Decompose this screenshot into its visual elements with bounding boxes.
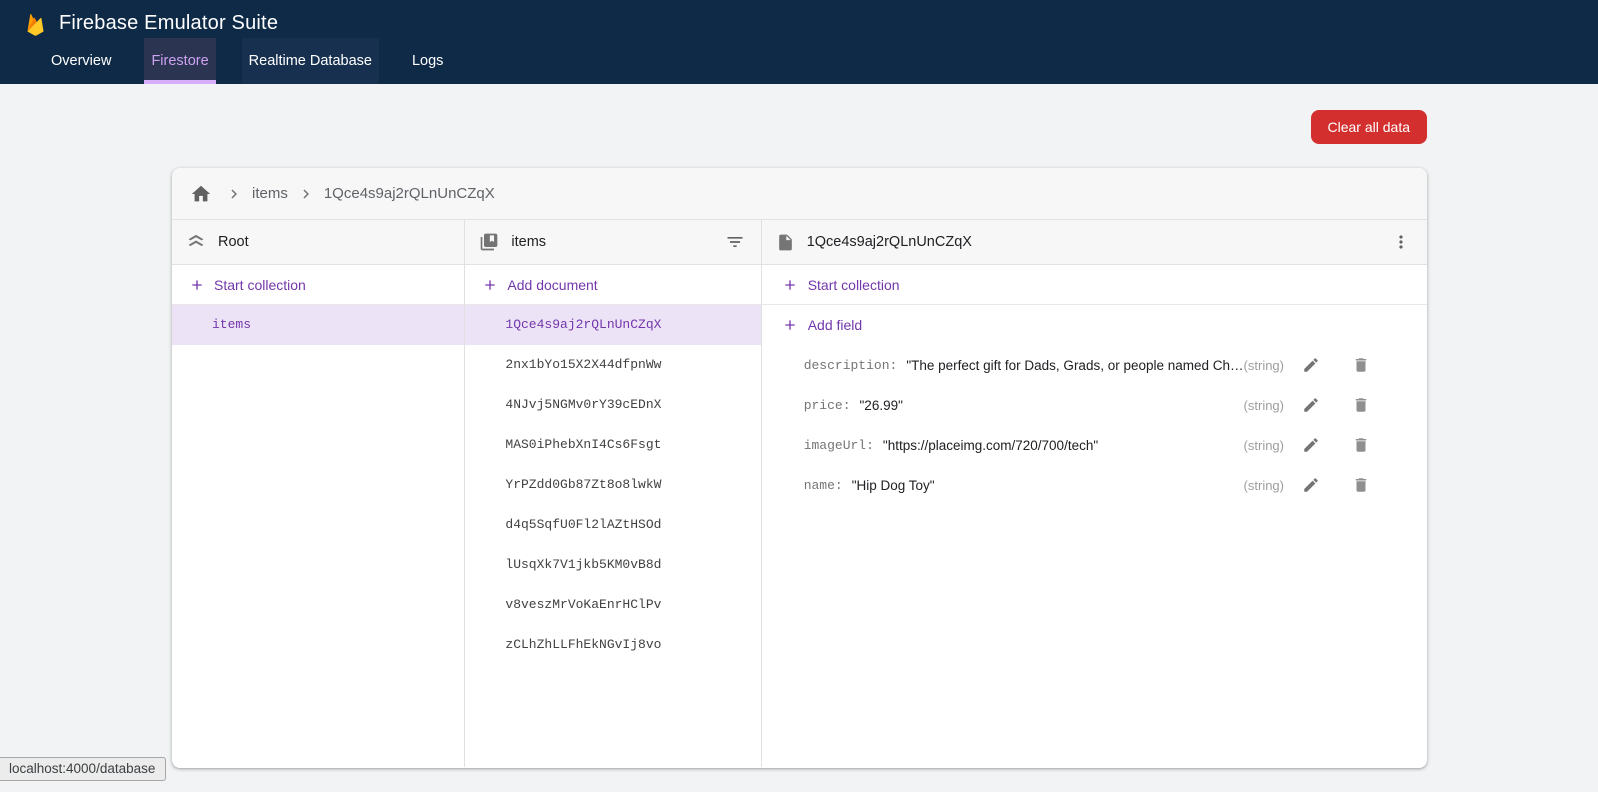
more-options-icon[interactable] [1389, 230, 1413, 254]
field-type: (string) [1244, 358, 1284, 373]
collection-panel: items Add document 1Qce4s9aj2rQLnUnCZqX … [465, 220, 761, 767]
root-panel: Root Start collection items [172, 220, 465, 767]
app-title: Firebase Emulator Suite [59, 12, 278, 35]
chevron-right-icon [225, 185, 243, 203]
root-panel-title: Root [218, 234, 249, 250]
start-collection-button[interactable]: Start collection [172, 265, 464, 305]
plus-icon [782, 317, 798, 333]
chevron-right-icon [297, 185, 315, 203]
collection-icon [479, 232, 499, 252]
collection-panel-title: items [511, 234, 546, 250]
field-row: name: "Hip Dog Toy" (string) [762, 465, 1427, 505]
document-icon [776, 233, 795, 252]
document-panel: 1Qce4s9aj2rQLnUnCZqX Start collection Ad… [762, 220, 1427, 767]
tab-bar: Overview Firestore Realtime Database Log… [0, 38, 1598, 84]
field-type: (string) [1244, 398, 1284, 413]
edit-field-icon[interactable] [1300, 474, 1322, 496]
edit-field-icon[interactable] [1300, 434, 1322, 456]
field-value: "Hip Dog Toy" [852, 478, 935, 493]
doc-start-collection-label: Start collection [808, 277, 900, 293]
add-document-button[interactable]: Add document [465, 265, 760, 305]
home-icon[interactable] [190, 183, 212, 205]
add-document-label: Add document [507, 277, 597, 293]
delete-field-icon[interactable] [1350, 474, 1372, 496]
add-field-label: Add field [808, 317, 862, 333]
breadcrumb: items 1Qce4s9aj2rQLnUnCZqX [172, 168, 1427, 220]
field-name: price: [804, 398, 851, 413]
field-value: "26.99" [860, 398, 903, 413]
field-value: "https://placeimg.com/720/700/tech" [883, 438, 1098, 453]
field-row: description: "The perfect gift for Dads,… [762, 345, 1427, 385]
field-value: "The perfect gift for Dads, Grads, or pe… [906, 358, 1243, 373]
document-list-item[interactable]: d4q5SqfU0Fl2lAZtHSOd [465, 505, 760, 545]
tab-firestore[interactable]: Firestore [144, 38, 215, 84]
field-row: imageUrl: "https://placeimg.com/720/700/… [762, 425, 1427, 465]
delete-field-icon[interactable] [1350, 354, 1372, 376]
document-list-item[interactable]: 2nx1bYo15X2X44dfpnWw [465, 345, 760, 385]
breadcrumb-collection[interactable]: items [252, 185, 288, 202]
plus-icon [782, 277, 798, 293]
document-panel-title: 1Qce4s9aj2rQLnUnCZqX [807, 234, 972, 250]
tab-realtime-database[interactable]: Realtime Database [242, 38, 379, 84]
filter-icon[interactable] [723, 230, 747, 254]
firebase-logo-icon [24, 10, 47, 38]
tab-overview[interactable]: Overview [44, 38, 118, 84]
field-row: price: "26.99" (string) [762, 385, 1427, 425]
collection-panel-header: items [465, 220, 760, 265]
document-panel-header: 1Qce4s9aj2rQLnUnCZqX [762, 220, 1427, 265]
delete-field-icon[interactable] [1350, 394, 1372, 416]
document-list-item[interactable]: 4NJvj5NGMv0rY39cEDnX [465, 385, 760, 425]
firestore-panels: Root Start collection items items Add do… [172, 220, 1427, 767]
status-url-tooltip: localhost:4000/database [0, 757, 166, 781]
document-list-item[interactable]: zCLhZhLLFhEkNGvIj8vo [465, 625, 760, 665]
edit-field-icon[interactable] [1300, 354, 1322, 376]
field-name: description: [804, 358, 898, 373]
field-type: (string) [1244, 438, 1284, 453]
field-type: (string) [1244, 478, 1284, 493]
breadcrumb-document[interactable]: 1Qce4s9aj2rQLnUnCZqX [324, 185, 495, 202]
doc-start-collection-button[interactable]: Start collection [762, 265, 1427, 305]
clear-all-data-button[interactable]: Clear all data [1311, 110, 1428, 144]
app-header: Firebase Emulator Suite Overview Firesto… [0, 0, 1598, 84]
root-panel-header: Root [172, 220, 464, 265]
plus-icon [189, 277, 205, 293]
plus-icon [482, 277, 498, 293]
start-collection-label: Start collection [214, 277, 306, 293]
tab-logs[interactable]: Logs [405, 38, 450, 84]
document-list-item[interactable]: lUsqXk7V1jkb5KM0vB8d [465, 545, 760, 585]
firestore-root-icon [186, 232, 206, 252]
firestore-card: items 1Qce4s9aj2rQLnUnCZqX Root Start co… [172, 168, 1427, 768]
document-list-item[interactable]: MAS0iPhebXnI4Cs6Fsgt [465, 425, 760, 465]
add-field-button[interactable]: Add field [762, 305, 1427, 345]
document-list-item[interactable]: YrPZdd0Gb87Zt8o8lwkW [465, 465, 760, 505]
document-list-item[interactable]: v8veszMrVoKaEnrHClPv [465, 585, 760, 625]
brand-row: Firebase Emulator Suite [0, 0, 1598, 38]
collection-list-item[interactable]: items [172, 305, 464, 345]
delete-field-icon[interactable] [1350, 434, 1372, 456]
field-name: name: [804, 478, 843, 493]
edit-field-icon[interactable] [1300, 394, 1322, 416]
document-list-item[interactable]: 1Qce4s9aj2rQLnUnCZqX [465, 305, 760, 345]
field-name: imageUrl: [804, 438, 874, 453]
